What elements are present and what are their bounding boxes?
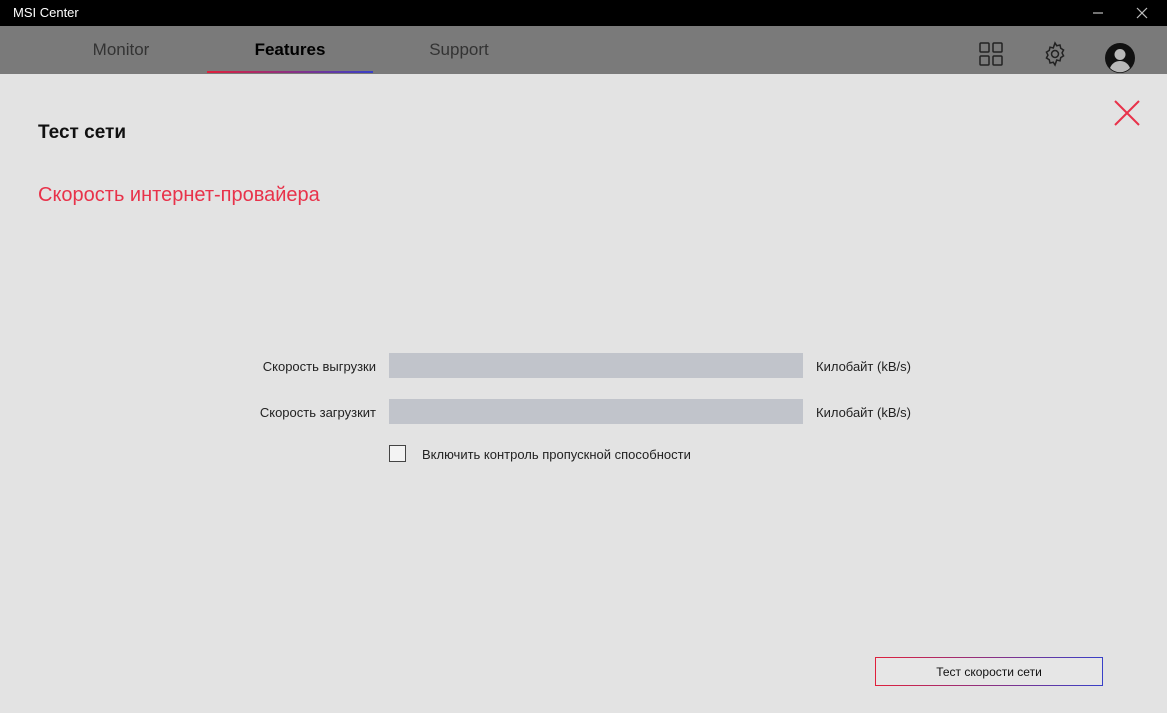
section-title: Скорость интернет-провайера <box>38 184 320 206</box>
tab-monitor[interactable]: Monitor <box>38 26 204 74</box>
apps-grid-icon <box>979 42 1003 66</box>
download-speed-input[interactable] <box>389 399 803 424</box>
app-title: MSI Center <box>13 5 79 20</box>
gear-icon <box>1045 41 1065 67</box>
bandwidth-control-checkbox[interactable] <box>389 445 406 462</box>
avatar[interactable] <box>1104 42 1136 74</box>
avatar-icon <box>1105 43 1135 73</box>
main-panel: Тест сети Скорость интернет-провайера Ск… <box>0 74 1167 713</box>
tab-support[interactable]: Support <box>376 26 542 74</box>
close-icon <box>1114 100 1140 126</box>
download-unit-label: Килобайт (kB/s) <box>816 405 911 420</box>
apps-grid-button[interactable] <box>977 40 1005 68</box>
upload-speed-input[interactable] <box>389 353 803 378</box>
network-speed-test-button[interactable]: Тест скорости сети <box>875 657 1103 686</box>
title-bar: MSI Center <box>0 0 1167 26</box>
window-close-button[interactable] <box>1122 0 1162 26</box>
tab-features[interactable]: Features <box>207 26 373 74</box>
close-icon <box>1136 7 1148 19</box>
minimize-icon <box>1093 12 1103 14</box>
download-speed-label: Скорость загрузкит <box>259 405 376 420</box>
upload-unit-label: Килобайт (kB/s) <box>816 359 911 374</box>
active-tab-indicator <box>207 71 373 73</box>
bandwidth-control-label[interactable]: Включить контроль пропускной способности <box>422 447 691 462</box>
page-title: Тест сети <box>38 122 126 143</box>
top-nav: Monitor Features Support <box>0 26 1167 74</box>
upload-speed-label: Скорость выгрузки <box>262 359 376 374</box>
minimize-button[interactable] <box>1078 0 1118 26</box>
close-panel-button[interactable] <box>1112 98 1142 128</box>
settings-button[interactable] <box>1041 40 1069 68</box>
